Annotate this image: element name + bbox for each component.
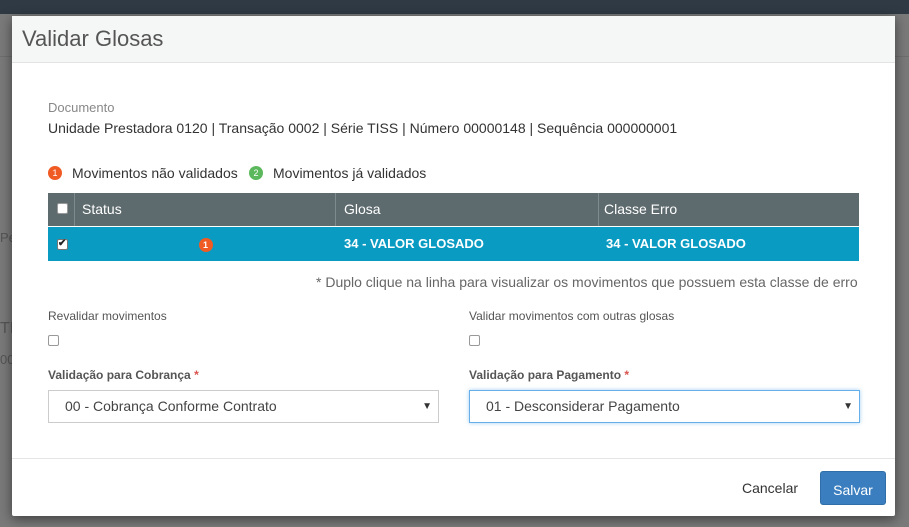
modal-title: Validar Glosas — [22, 26, 164, 51]
row-glosa-cell: 34 - VALOR GLOSADO — [344, 236, 484, 251]
grid-header: Status Glosa Classe Erro — [48, 193, 859, 226]
cobranca-select[interactable]: 00 - Cobrança Conforme Contrato ▼ — [48, 390, 439, 423]
row-classe-erro-cell: 34 - VALOR GLOSADO — [606, 236, 746, 251]
chevron-down-icon: ▼ — [843, 401, 853, 412]
pagamento-label-text: Validação para Pagamento — [469, 368, 622, 382]
cobranca-label: Validação para Cobrança * — [48, 368, 199, 382]
background-topbar — [0, 0, 909, 14]
cobranca-label-text: Validação para Cobrança — [48, 368, 191, 382]
outras-glosas-label: Validar movimentos com outras glosas — [469, 309, 675, 323]
save-button[interactable]: Salvar — [820, 471, 886, 505]
validar-glosas-dialog: Validar Glosas Documento Unidade Prestad… — [12, 16, 895, 516]
row-status-cell: 1 — [75, 227, 336, 261]
validated-badge: 2 — [249, 166, 263, 180]
pagamento-select[interactable]: 01 - Desconsiderar Pagamento ▼ — [469, 390, 860, 423]
cancel-button[interactable]: Cancelar — [730, 471, 810, 505]
document-label: Documento — [48, 100, 115, 115]
required-marker: * — [194, 368, 199, 382]
select-all-checkbox[interactable] — [57, 203, 68, 214]
chevron-down-icon: ▼ — [422, 401, 432, 412]
column-header-status[interactable]: Status — [75, 193, 336, 226]
status-badge: 1 — [198, 237, 213, 252]
double-click-hint: * Duplo clique na linha para visualizar … — [316, 274, 858, 290]
header-select-cell — [48, 193, 75, 226]
revalidar-label: Revalidar movimentos — [48, 309, 167, 323]
not-validated-label: Movimentos não validados — [72, 165, 238, 181]
pagamento-selected-value: 01 - Desconsiderar Pagamento — [486, 398, 680, 414]
cobranca-selected-value: 00 - Cobrança Conforme Contrato — [65, 398, 277, 414]
document-value: Unidade Prestadora 0120 | Transação 0002… — [48, 120, 678, 136]
column-header-classe-erro[interactable]: Classe Erro — [600, 193, 859, 226]
column-header-glosa[interactable]: Glosa — [337, 193, 599, 226]
modal-header: Validar Glosas — [12, 16, 895, 63]
not-validated-badge: 1 — [48, 166, 62, 180]
table-row[interactable]: 1 34 - VALOR GLOSADO 34 - VALOR GLOSADO — [48, 227, 859, 261]
outras-glosas-checkbox[interactable] — [469, 335, 480, 346]
legend-not-validated: 1 Movimentos não validados — [48, 165, 238, 181]
row-checkbox[interactable] — [57, 237, 68, 251]
row-select-cell — [48, 227, 74, 261]
revalidar-checkbox[interactable] — [48, 335, 59, 346]
glosas-grid: Status Glosa Classe Erro 1 34 - VALOR GL… — [48, 193, 859, 264]
legend-validated: 2 Movimentos já validados — [249, 165, 426, 181]
modal-footer: Cancelar Salvar — [12, 458, 895, 517]
required-marker: * — [624, 368, 630, 382]
pagamento-label: Validação para Pagamento * — [469, 368, 629, 382]
validated-label: Movimentos já validados — [273, 165, 427, 181]
